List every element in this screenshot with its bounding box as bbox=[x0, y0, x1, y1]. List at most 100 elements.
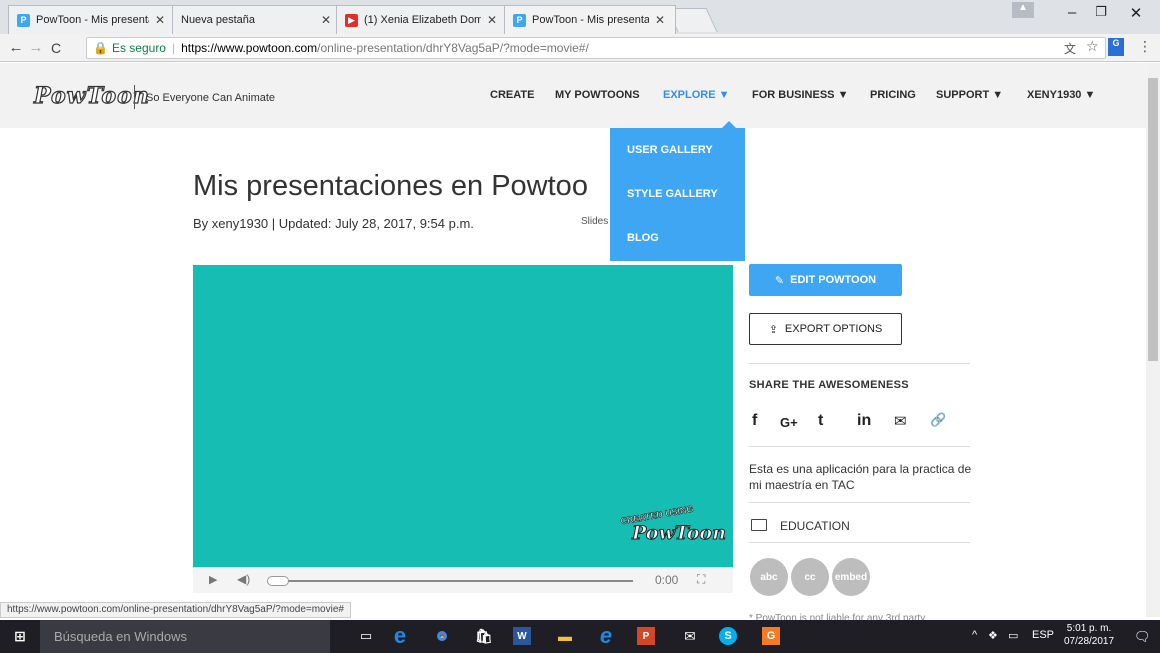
export-options-button[interactable]: ⇪ EXPORT OPTIONS bbox=[749, 313, 902, 345]
nav-my-powtoons[interactable]: MY POWTOONS bbox=[555, 89, 640, 101]
word-icon[interactable]: W bbox=[513, 627, 531, 645]
close-tab-icon[interactable]: ✕ bbox=[321, 13, 331, 27]
progress-handle[interactable] bbox=[267, 576, 289, 586]
forward-icon[interactable]: → bbox=[26, 39, 46, 56]
menu-item-user-gallery[interactable]: USER GALLERY bbox=[627, 144, 713, 156]
windows-search-input[interactable]: Búsqueda en Windows bbox=[40, 620, 330, 653]
taskbar-clock[interactable]: 5:01 p. m. 07/28/2017 bbox=[1064, 622, 1114, 648]
battery-icon[interactable]: ▭ bbox=[1008, 629, 1018, 642]
email-icon[interactable]: ✉ bbox=[894, 412, 907, 430]
play-icon[interactable]: ▶ bbox=[209, 573, 217, 586]
close-tab-icon[interactable]: ✕ bbox=[655, 13, 665, 27]
linkedin-icon[interactable]: in bbox=[857, 412, 871, 430]
powtoon-icon: P bbox=[17, 13, 30, 27]
close-tab-icon[interactable]: ✕ bbox=[487, 13, 497, 27]
google-plus-icon[interactable]: G+ bbox=[780, 415, 798, 430]
volume-icon[interactable]: ◀) bbox=[237, 572, 250, 586]
menu-item-style-gallery[interactable]: STYLE GALLERY bbox=[627, 188, 718, 200]
tray-expand-icon[interactable]: ^ bbox=[972, 629, 977, 641]
clock-date: 07/28/2017 bbox=[1064, 636, 1115, 647]
fullscreen-icon[interactable]: ⛶ bbox=[697, 572, 705, 587]
divider bbox=[749, 502, 970, 503]
nav-explore[interactable]: EXPLORE ▼ bbox=[663, 89, 730, 101]
back-icon[interactable]: ← bbox=[6, 39, 26, 56]
progress-track[interactable] bbox=[283, 580, 633, 582]
close-window-icon[interactable]: ✕ bbox=[1122, 4, 1150, 22]
nav-create[interactable]: CREATE bbox=[490, 89, 534, 101]
divider bbox=[749, 363, 970, 364]
powerpoint-icon[interactable]: P bbox=[637, 627, 655, 645]
export-icon: ⇪ bbox=[768, 323, 778, 336]
divider: | bbox=[171, 41, 176, 55]
browser-tab-active[interactable]: P PowToon - Mis presentac ✕ bbox=[504, 5, 676, 34]
url-host: https://www.powtoon.com bbox=[181, 41, 318, 55]
notifications-icon[interactable]: 🗨 bbox=[1134, 629, 1151, 645]
address-bar[interactable]: 🔒 Es seguro | https://www.powtoon.com /o… bbox=[86, 37, 1106, 59]
restore-icon[interactable]: ❐ bbox=[1087, 4, 1115, 20]
clock-time: 5:01 p. m. bbox=[1066, 623, 1112, 634]
status-url-bubble: https://www.powtoon.com/online-presentat… bbox=[0, 602, 351, 618]
translate-icon[interactable]: ⽂ bbox=[1064, 40, 1076, 57]
nav-user-menu[interactable]: XENY1930 ▼ bbox=[1027, 89, 1095, 101]
edit-label: EDIT POWTOON bbox=[790, 274, 877, 286]
dropdown-caret bbox=[722, 121, 736, 128]
powtoon-watermark: CREATED USING PowToon bbox=[618, 503, 726, 550]
close-tab-icon[interactable]: ✕ bbox=[155, 13, 165, 27]
chrome-icon[interactable] bbox=[430, 624, 454, 648]
export-label: EXPORT OPTIONS bbox=[784, 323, 883, 335]
lock-icon: 🔒 bbox=[93, 41, 108, 55]
task-view-icon[interactable]: ▭ bbox=[354, 624, 378, 648]
divider bbox=[134, 85, 135, 109]
share-title: SHARE THE AWESOMENESS bbox=[749, 379, 909, 391]
store-icon[interactable]: 🛍 bbox=[472, 624, 496, 648]
app-icon[interactable]: G bbox=[762, 627, 780, 645]
menu-icon[interactable]: ⋮ bbox=[1138, 38, 1152, 55]
file-explorer-icon[interactable]: ▬ bbox=[553, 624, 577, 648]
youtube-icon: ▶ bbox=[345, 13, 358, 27]
link-icon[interactable]: 🔗 bbox=[930, 412, 946, 428]
edge-icon[interactable]: e bbox=[388, 623, 412, 648]
slides-label: Slides bbox=[581, 216, 609, 227]
scrollbar-thumb[interactable] bbox=[1148, 78, 1158, 361]
bookmark-star-icon[interactable]: ☆ bbox=[1086, 38, 1099, 55]
pencil-icon: ✎ bbox=[774, 274, 785, 287]
browser-tab[interactable]: P PowToon - Mis presentac ✕ bbox=[8, 5, 176, 34]
url-path: /online-presentation/dhrY8Vag5aP/?mode=m… bbox=[317, 41, 589, 55]
nav-support[interactable]: SUPPORT ▼ bbox=[936, 89, 1003, 101]
watermark-logo: PowToon bbox=[632, 522, 727, 545]
mail-icon[interactable]: ✉ bbox=[678, 624, 702, 648]
explore-dropdown: USER GALLERY STYLE GALLERY BLOG bbox=[610, 121, 745, 261]
dropbox-icon[interactable]: ❖ bbox=[988, 629, 998, 642]
tagline: So Everyone Can Animate bbox=[146, 92, 276, 104]
extension-icon[interactable]: G bbox=[1108, 38, 1124, 56]
cc-button[interactable]: cc bbox=[791, 558, 829, 596]
nav-for-business[interactable]: FOR BUSINESS ▼ bbox=[752, 89, 848, 101]
browser-tab[interactable]: ▶ (1) Xenia Elizabeth Domi ✕ bbox=[336, 5, 508, 34]
folder-icon bbox=[751, 519, 767, 531]
facebook-icon[interactable]: f bbox=[752, 412, 757, 430]
windows-start-icon[interactable]: ⊞ bbox=[8, 624, 32, 648]
powtoon-icon: P bbox=[513, 13, 526, 27]
embed-button[interactable]: embed bbox=[832, 558, 870, 596]
category-label[interactable]: EDUCATION bbox=[780, 519, 850, 533]
skype-icon[interactable]: S bbox=[719, 627, 737, 645]
minimize-icon[interactable]: – bbox=[1058, 4, 1086, 21]
site-header: PowToon So Everyone Can Animate CREATE M… bbox=[0, 63, 1146, 128]
twitter-icon[interactable]: t bbox=[818, 412, 823, 430]
internet-explorer-icon[interactable]: e bbox=[594, 623, 618, 648]
user-profile-icon[interactable]: ▲ bbox=[1012, 2, 1034, 18]
page-title: Mis presentaciones en Powtoo bbox=[193, 170, 588, 202]
divider bbox=[749, 446, 970, 447]
browser-tab[interactable]: Nueva pestaña ✕ bbox=[172, 5, 342, 34]
divider bbox=[749, 542, 970, 543]
time-display: 0:00 bbox=[655, 573, 679, 587]
presentation-description: Esta es una aplicación para la practica … bbox=[749, 462, 972, 492]
nav-pricing[interactable]: PRICING bbox=[870, 89, 916, 101]
secure-label: Es seguro bbox=[111, 41, 166, 55]
edit-powtoon-button[interactable]: ✎ EDIT POWTOON bbox=[749, 264, 902, 296]
reload-icon[interactable]: C bbox=[46, 40, 66, 56]
language-indicator[interactable]: ESP bbox=[1032, 629, 1054, 641]
menu-item-blog[interactable]: BLOG bbox=[627, 232, 659, 244]
abc-button[interactable]: abc bbox=[750, 558, 788, 596]
powtoon-logo[interactable]: PowToon bbox=[33, 82, 150, 109]
